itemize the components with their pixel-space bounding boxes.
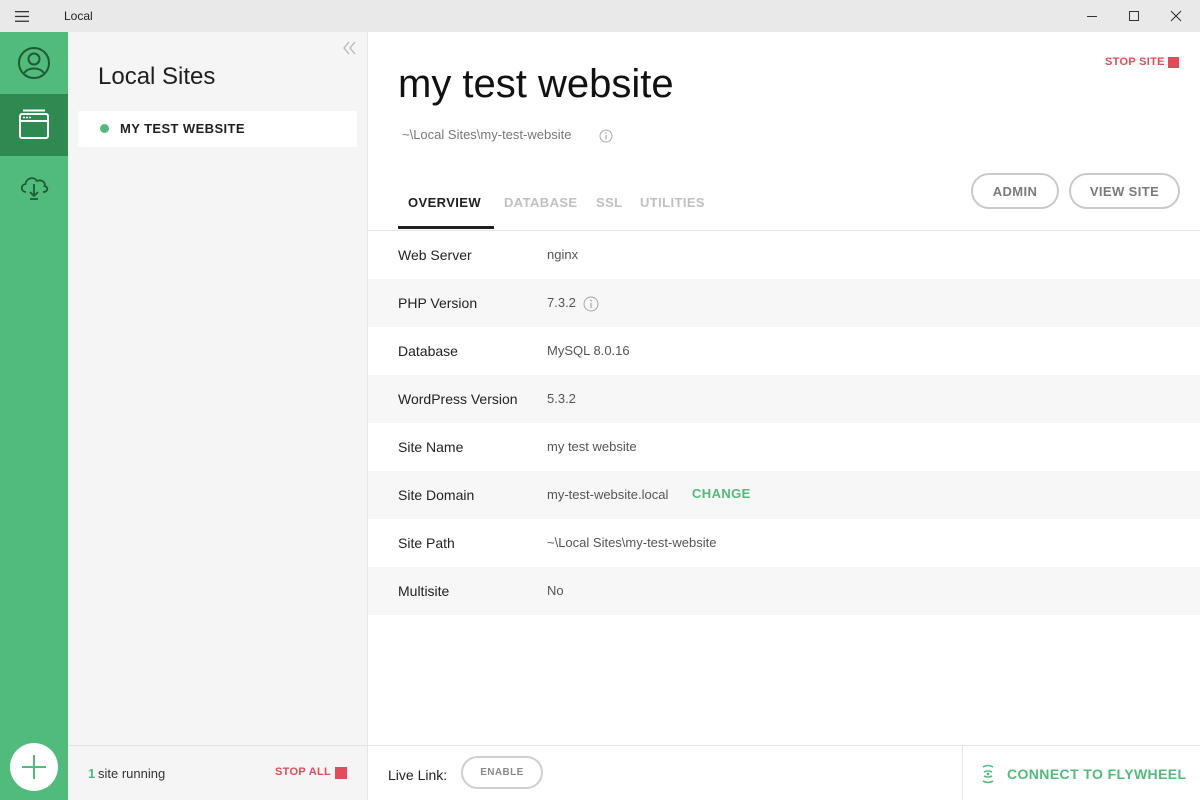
plus-icon bbox=[22, 755, 46, 779]
sites-panel: Local Sites MY TEST WEBSITE 1 site runni… bbox=[68, 32, 368, 800]
change-domain-link[interactable]: CHANGE bbox=[692, 486, 751, 501]
local-sites-icon bbox=[19, 109, 49, 139]
tab-ssl[interactable]: SSL bbox=[596, 195, 622, 210]
stop-all-button[interactable]: STOP ALL bbox=[275, 766, 331, 778]
admin-button[interactable]: ADMIN bbox=[971, 173, 1059, 209]
window-title: Local bbox=[64, 9, 93, 23]
sites-panel-title: Local Sites bbox=[98, 63, 216, 90]
minimize-button[interactable] bbox=[1072, 0, 1112, 32]
row-value: my test website bbox=[547, 439, 637, 454]
stop-site-icon[interactable] bbox=[1168, 57, 1179, 68]
row-value: No bbox=[547, 583, 564, 598]
close-button[interactable] bbox=[1156, 0, 1196, 32]
info-icon[interactable] bbox=[599, 129, 613, 143]
table-row-php-version: PHP Version 7.3.2 bbox=[368, 279, 1200, 327]
stop-all-icon[interactable] bbox=[335, 767, 347, 779]
flywheel-icon bbox=[982, 764, 994, 784]
site-detail-panel: STOP SITE my test website ~\Local Sites\… bbox=[368, 32, 1200, 800]
site-title: my test website bbox=[398, 62, 674, 106]
connect-flywheel-button[interactable]: CONNECT TO FLYWHEEL bbox=[962, 746, 1200, 800]
cloud-download-icon bbox=[20, 177, 49, 200]
row-label: Site Name bbox=[398, 439, 464, 455]
view-site-button[interactable]: VIEW SITE bbox=[1069, 173, 1180, 209]
table-row-site-name: Site Name my test website bbox=[368, 423, 1200, 471]
add-site-button[interactable] bbox=[10, 743, 58, 791]
row-value: my-test-website.local bbox=[547, 487, 669, 502]
user-profile-icon bbox=[18, 47, 50, 79]
running-text: site running bbox=[98, 766, 166, 781]
row-label: Database bbox=[398, 343, 458, 359]
row-label: Site Path bbox=[398, 535, 455, 551]
main-footer: Live Link: ENABLE CONNECT TO FLYWHEEL bbox=[368, 745, 1200, 800]
rail-item-user[interactable] bbox=[0, 32, 68, 94]
maximize-icon bbox=[1129, 11, 1139, 21]
collapse-panel-icon[interactable] bbox=[342, 40, 360, 58]
table-row-site-path: Site Path ~\Local Sites\my-test-website bbox=[368, 519, 1200, 567]
connect-flywheel-label: CONNECT TO FLYWHEEL bbox=[1007, 766, 1187, 782]
tab-utilities[interactable]: UTILITIES bbox=[640, 195, 705, 210]
running-count: 1 bbox=[88, 766, 96, 781]
site-path: ~\Local Sites\my-test-website bbox=[402, 127, 572, 142]
hamburger-menu-icon[interactable] bbox=[10, 8, 34, 24]
tab-overview[interactable]: OVERVIEW bbox=[408, 195, 481, 210]
info-icon[interactable] bbox=[583, 296, 599, 312]
row-label: Site Domain bbox=[398, 487, 475, 503]
minimize-icon bbox=[1087, 16, 1097, 17]
row-value: 7.3.2 bbox=[547, 295, 576, 310]
row-label: PHP Version bbox=[398, 295, 478, 311]
site-list-item-name: MY TEST WEBSITE bbox=[120, 121, 245, 136]
rail-item-cloud[interactable] bbox=[0, 156, 68, 218]
enable-live-link-button[interactable]: ENABLE bbox=[461, 756, 543, 789]
site-overview-table: Web Server nginx PHP Version 7.3.2 Datab… bbox=[368, 231, 1200, 615]
row-label: WordPress Version bbox=[398, 391, 518, 407]
sites-panel-footer: 1 site running STOP ALL bbox=[68, 745, 367, 800]
table-row-site-domain: Site Domain my-test-website.local CHANGE bbox=[368, 471, 1200, 519]
tab-database[interactable]: DATABASE bbox=[504, 195, 578, 210]
navigation-rail bbox=[0, 32, 68, 800]
table-row-wordpress-version: WordPress Version 5.3.2 bbox=[368, 375, 1200, 423]
row-label: Web Server bbox=[398, 247, 472, 263]
live-link-label: Live Link: bbox=[388, 767, 448, 783]
rail-item-local-sites[interactable] bbox=[0, 94, 68, 156]
site-list-item[interactable]: MY TEST WEBSITE bbox=[78, 111, 357, 147]
close-icon bbox=[1170, 10, 1182, 22]
table-row-web-server: Web Server nginx bbox=[368, 231, 1200, 279]
table-row-database: Database MySQL 8.0.16 bbox=[368, 327, 1200, 375]
row-value: 5.3.2 bbox=[547, 391, 576, 406]
active-tab-indicator bbox=[398, 226, 494, 229]
table-row-multisite: Multisite No bbox=[368, 567, 1200, 615]
stop-site-button[interactable]: STOP SITE bbox=[1105, 56, 1165, 68]
row-value: MySQL 8.0.16 bbox=[547, 343, 630, 358]
row-label: Multisite bbox=[398, 583, 450, 599]
title-bar: Local bbox=[0, 0, 1200, 32]
row-value: nginx bbox=[547, 247, 579, 262]
row-value: ~\Local Sites\my-test-website bbox=[547, 535, 717, 550]
site-running-indicator bbox=[100, 124, 109, 133]
maximize-button[interactable] bbox=[1114, 0, 1154, 32]
